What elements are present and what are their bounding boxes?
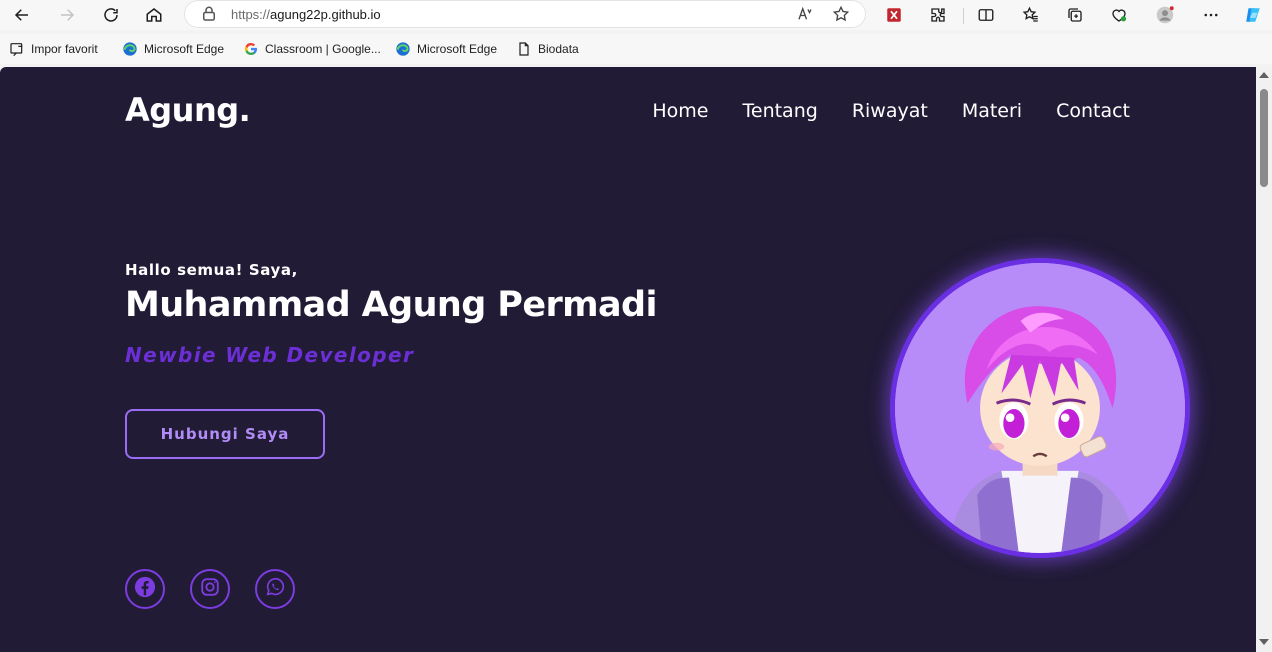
lock-icon[interactable] [200, 5, 218, 23]
refresh-icon[interactable] [98, 2, 124, 28]
import-favorites-icon [9, 41, 25, 57]
site-logo[interactable]: Agung. [125, 91, 251, 129]
read-aloud-icon[interactable] [796, 5, 814, 23]
nav-contact[interactable]: Contact [1056, 100, 1130, 122]
bookmark-microsoft-edge[interactable]: Microsoft Edge [122, 40, 224, 58]
scroll-down-arrow-icon[interactable] [1259, 639, 1269, 645]
browser-toolbar: https://agung22p.github.io [0, 0, 1272, 30]
bookmarks-bar: Impor favorit Microsoft Edge Classroom |… [0, 34, 1272, 64]
bookmark-classroom[interactable]: Classroom | Google... [243, 40, 381, 58]
social-links [125, 569, 295, 609]
profile-avatar-icon[interactable] [1152, 2, 1178, 28]
bookmark-microsoft-edge-2[interactable]: Microsoft Edge [395, 40, 497, 58]
bookmark-label: Classroom | Google... [265, 42, 381, 56]
back-icon[interactable] [9, 2, 35, 28]
vertical-scrollbar[interactable] [1256, 67, 1272, 652]
favorite-star-icon[interactable] [832, 5, 850, 23]
whatsapp-link[interactable] [255, 569, 295, 609]
copilot-icon[interactable] [1240, 2, 1266, 28]
main-nav: Home Tentang Riwayat Materi Contact [652, 100, 1130, 122]
edge-icon [395, 41, 411, 57]
browser-essentials-icon[interactable] [1106, 2, 1132, 28]
anime-avatar-illustration [895, 263, 1185, 553]
bookmark-biodata[interactable]: Biodata [516, 40, 579, 58]
bookmark-label: Microsoft Edge [417, 42, 498, 56]
bookmark-import-favorites[interactable]: Impor favorit [9, 40, 98, 58]
page-viewport: Agung. Home Tentang Riwayat Materi Conta… [0, 67, 1256, 652]
bookmark-label: Impor favorit [31, 42, 98, 56]
home-icon[interactable] [141, 2, 167, 28]
forward-icon[interactable] [54, 2, 80, 28]
edge-icon [122, 41, 138, 57]
nav-riwayat[interactable]: Riwayat [852, 100, 928, 122]
instagram-link[interactable] [190, 569, 230, 609]
whatsapp-icon [264, 576, 286, 603]
hubungi-saya-button[interactable]: Hubungi Saya [125, 409, 325, 459]
extension-x-icon[interactable] [881, 2, 907, 28]
bookmark-label: Microsoft Edge [144, 42, 225, 56]
more-options-icon[interactable] [1198, 2, 1224, 28]
scroll-up-arrow-icon[interactable] [1259, 72, 1269, 78]
document-icon [516, 41, 532, 57]
nav-materi[interactable]: Materi [962, 100, 1022, 122]
hero-name: Muhammad Agung Permadi [125, 285, 657, 325]
instagram-icon [199, 576, 221, 603]
facebook-link[interactable] [125, 569, 165, 609]
extensions-icon[interactable] [925, 2, 951, 28]
nav-home[interactable]: Home [652, 100, 708, 122]
bookmark-label: Biodata [538, 42, 579, 56]
address-bar[interactable]: https://agung22p.github.io [184, 0, 866, 28]
favorites-icon[interactable] [1018, 2, 1044, 28]
scrollbar-thumb[interactable] [1260, 89, 1268, 187]
facebook-icon [134, 576, 156, 603]
url-text[interactable]: https://agung22p.github.io [231, 7, 381, 22]
hero-role: Newbie Web Developer [125, 343, 415, 367]
nav-tentang[interactable]: Tentang [743, 100, 818, 122]
profile-avatar [890, 258, 1190, 558]
collections-icon[interactable] [1062, 2, 1088, 28]
google-icon [243, 41, 259, 57]
split-screen-icon[interactable] [973, 2, 999, 28]
toolbar-divider [963, 8, 964, 24]
hero-greeting: Hallo semua! Saya, [125, 261, 298, 279]
